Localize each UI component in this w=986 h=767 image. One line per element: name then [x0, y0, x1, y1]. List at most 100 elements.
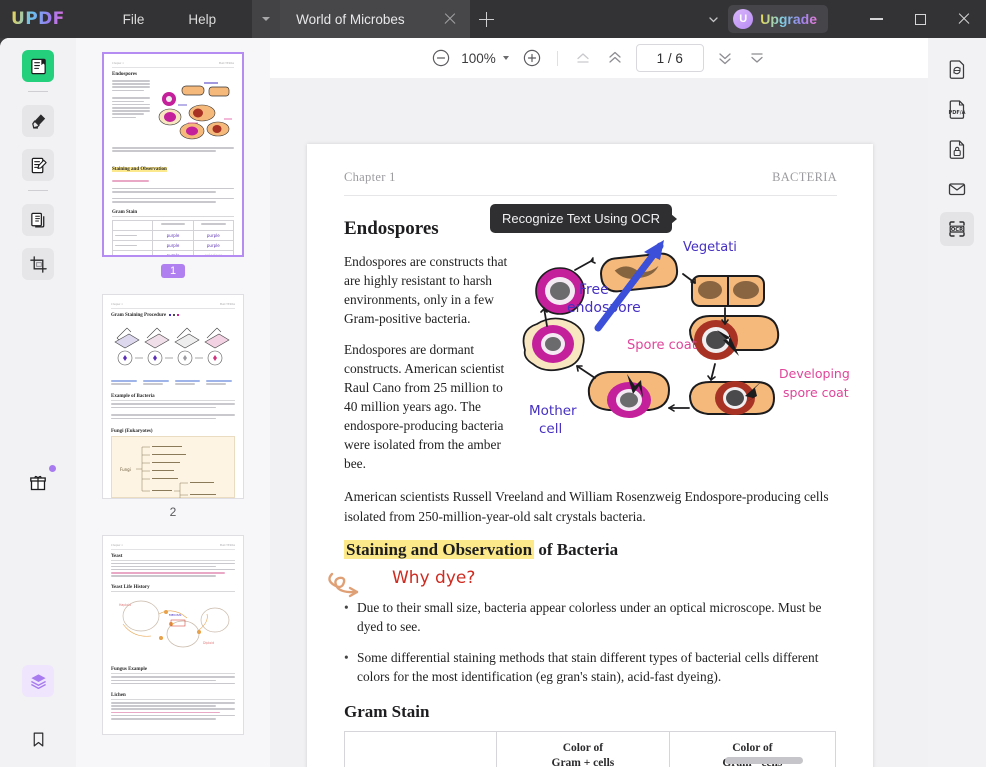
- svg-text:Haploid: Haploid: [119, 603, 131, 607]
- note-why-dye: Why dye?: [392, 568, 475, 588]
- thumbnail-panel[interactable]: Chapter 1 BACTERIA Endospores: [76, 38, 270, 767]
- thumb1-title: Endospores: [112, 72, 234, 77]
- svg-text:Diploid: Diploid: [203, 641, 214, 645]
- thumb2-h3: Fungi (Eukaryotes): [111, 429, 235, 434]
- right-item-ocr[interactable]: OCR: [940, 212, 974, 246]
- thumbnail-label-1: 1: [161, 264, 185, 278]
- pages-icon: [29, 211, 48, 230]
- right-item-protect[interactable]: [940, 132, 974, 166]
- chevrons-down-icon: [716, 49, 734, 67]
- thumbnail-page-2[interactable]: Chapter 1 BACTERIA Gram Staining Procedu…: [102, 294, 244, 499]
- sidebar-item-crop[interactable]: [22, 248, 54, 280]
- zoom-out-button[interactable]: [426, 43, 456, 73]
- sidebar-item-annotate[interactable]: [22, 105, 54, 137]
- thumb1-h3: Gram Stain: [112, 210, 234, 217]
- document-tab[interactable]: World of Microbes: [280, 0, 470, 38]
- svg-text:OCR: OCR: [951, 227, 963, 233]
- edit-document-icon: [29, 156, 48, 175]
- close-icon[interactable]: [440, 9, 460, 29]
- right-item-pdfa[interactable]: PDF/A: [940, 92, 974, 126]
- tab-title: World of Microbes: [296, 12, 405, 27]
- diagram-label-cell: cell: [539, 421, 562, 437]
- right-item-share-email[interactable]: [940, 172, 974, 206]
- right-toolbar: PDF/A: [928, 38, 986, 767]
- diagram-label-vegetative: Vegetati: [683, 240, 737, 255]
- bullet-dot-icon: •: [344, 598, 357, 637]
- table-header-gram-plus: Color of Gram + cells: [497, 732, 670, 767]
- minimize-icon: [870, 18, 883, 19]
- window-close-button[interactable]: [942, 0, 986, 38]
- updf-window: UPDF File Help World of Microbes U Upgra…: [0, 0, 986, 767]
- thumb1-h2: Staining and Observation: [112, 167, 167, 172]
- diagram-label-endospore: endospore: [567, 300, 641, 316]
- minimize-button[interactable]: [854, 0, 898, 38]
- thumb1-header-left: Chapter 1: [112, 61, 124, 65]
- svg-text:MEIOSIS: MEIOSIS: [169, 613, 182, 617]
- sidebar-item-edit[interactable]: [22, 149, 54, 181]
- title-bar: UPDF File Help World of Microbes U Upgra…: [0, 0, 986, 38]
- thumb1-header-right: BACTERIA: [219, 61, 234, 65]
- thumb3-h2: Yeast Life History: [111, 585, 235, 592]
- page-indicator: 1 / 6: [657, 51, 683, 66]
- toolbar-divider: [557, 51, 558, 66]
- crop-icon: [29, 255, 48, 274]
- rail-divider: [28, 91, 48, 92]
- highlighter-pen-icon: [29, 112, 48, 131]
- thumb2-tree-diagram: Fungi: [112, 437, 236, 499]
- sidebar-item-reader[interactable]: [22, 50, 54, 82]
- zoom-level-dropdown[interactable]: 100%: [458, 51, 509, 66]
- right-item-convert[interactable]: [940, 52, 974, 86]
- next-page-button[interactable]: [710, 43, 740, 73]
- upgrade-button[interactable]: U Upgrade: [728, 5, 828, 33]
- tabs-dropdown-button[interactable]: [252, 0, 280, 38]
- thumb3-h3: Fungus Example: [111, 667, 235, 674]
- document-viewport[interactable]: Chapter 1 BACTERIA Endospores Endospores…: [270, 78, 928, 767]
- book-reader-icon: [29, 57, 48, 76]
- sidebar-item-ai[interactable]: [22, 665, 54, 697]
- first-page-button[interactable]: [568, 43, 598, 73]
- paragraph-1: Endospores are constructs that are highl…: [344, 252, 511, 328]
- thumb3-life-cycle-diagram: Haploid Diploid MEIOSIS: [111, 594, 235, 656]
- menu-file[interactable]: File: [111, 8, 157, 31]
- prev-page-button[interactable]: [600, 43, 630, 73]
- maximize-button[interactable]: [898, 0, 942, 38]
- sidebar-item-gift[interactable]: [22, 467, 54, 499]
- page-number-input[interactable]: 1 / 6: [636, 44, 704, 72]
- thumb1-diagram: [154, 79, 234, 143]
- heading-staining-rest: of Bacteria: [534, 540, 618, 559]
- gram-plus-line2: Gram + cells: [501, 756, 665, 767]
- plus-icon[interactable]: [470, 0, 502, 38]
- left-toolbar: [0, 38, 76, 767]
- thumb2-title: Gram Staining Procedure: [111, 313, 166, 318]
- thumb3-header-left: Chapter 1: [111, 543, 123, 547]
- gram-minus-line1: Color of: [674, 741, 831, 755]
- thumb3-title: Yeast: [111, 554, 235, 561]
- zoom-in-button[interactable]: [517, 43, 547, 73]
- paragraph-2: Endospores are dormant constructs. Ameri…: [344, 340, 511, 473]
- diagram-label-free: Free: [579, 282, 609, 298]
- svg-text:PDF/A: PDF/A: [949, 110, 966, 116]
- thumbnail-page-1[interactable]: Chapter 1 BACTERIA Endospores: [102, 52, 244, 257]
- chevron-down-icon: [503, 56, 509, 60]
- sidebar-item-organize-pages[interactable]: [22, 204, 54, 236]
- pdf-a-icon: PDF/A: [946, 98, 968, 120]
- horizontal-scrollbar[interactable]: [725, 757, 803, 764]
- zoom-level-label: 100%: [461, 51, 496, 66]
- chevrons-up-icon: [606, 49, 624, 67]
- bullet-1: • Due to their small size, bacteria appe…: [344, 598, 837, 637]
- notification-badge: [49, 465, 56, 472]
- thumbnail-page-3[interactable]: Chapter 1 BACTERIA Yeast Yeast Life Hist…: [102, 535, 244, 735]
- menu-help[interactable]: Help: [176, 8, 228, 31]
- endospore-formation-diagram: Vegetati Free endospore Spore coat Devel…: [517, 238, 837, 485]
- rail-divider-2: [28, 190, 48, 191]
- heading-staining: Staining and Observation of Bacteria: [344, 540, 837, 560]
- sidebar-item-bookmarks[interactable]: [22, 723, 54, 755]
- heading-staining-highlight: Staining and Observation: [344, 540, 534, 559]
- header-rule: [344, 195, 837, 196]
- tab-strip: World of Microbes: [252, 0, 502, 38]
- thumb2-h2: Example of Bacteria: [111, 394, 235, 401]
- last-page-button[interactable]: [742, 43, 772, 73]
- more-tabs-button[interactable]: [698, 0, 728, 38]
- close-icon: [957, 12, 971, 26]
- pdf-page: Chapter 1 BACTERIA Endospores Endospores…: [307, 144, 873, 767]
